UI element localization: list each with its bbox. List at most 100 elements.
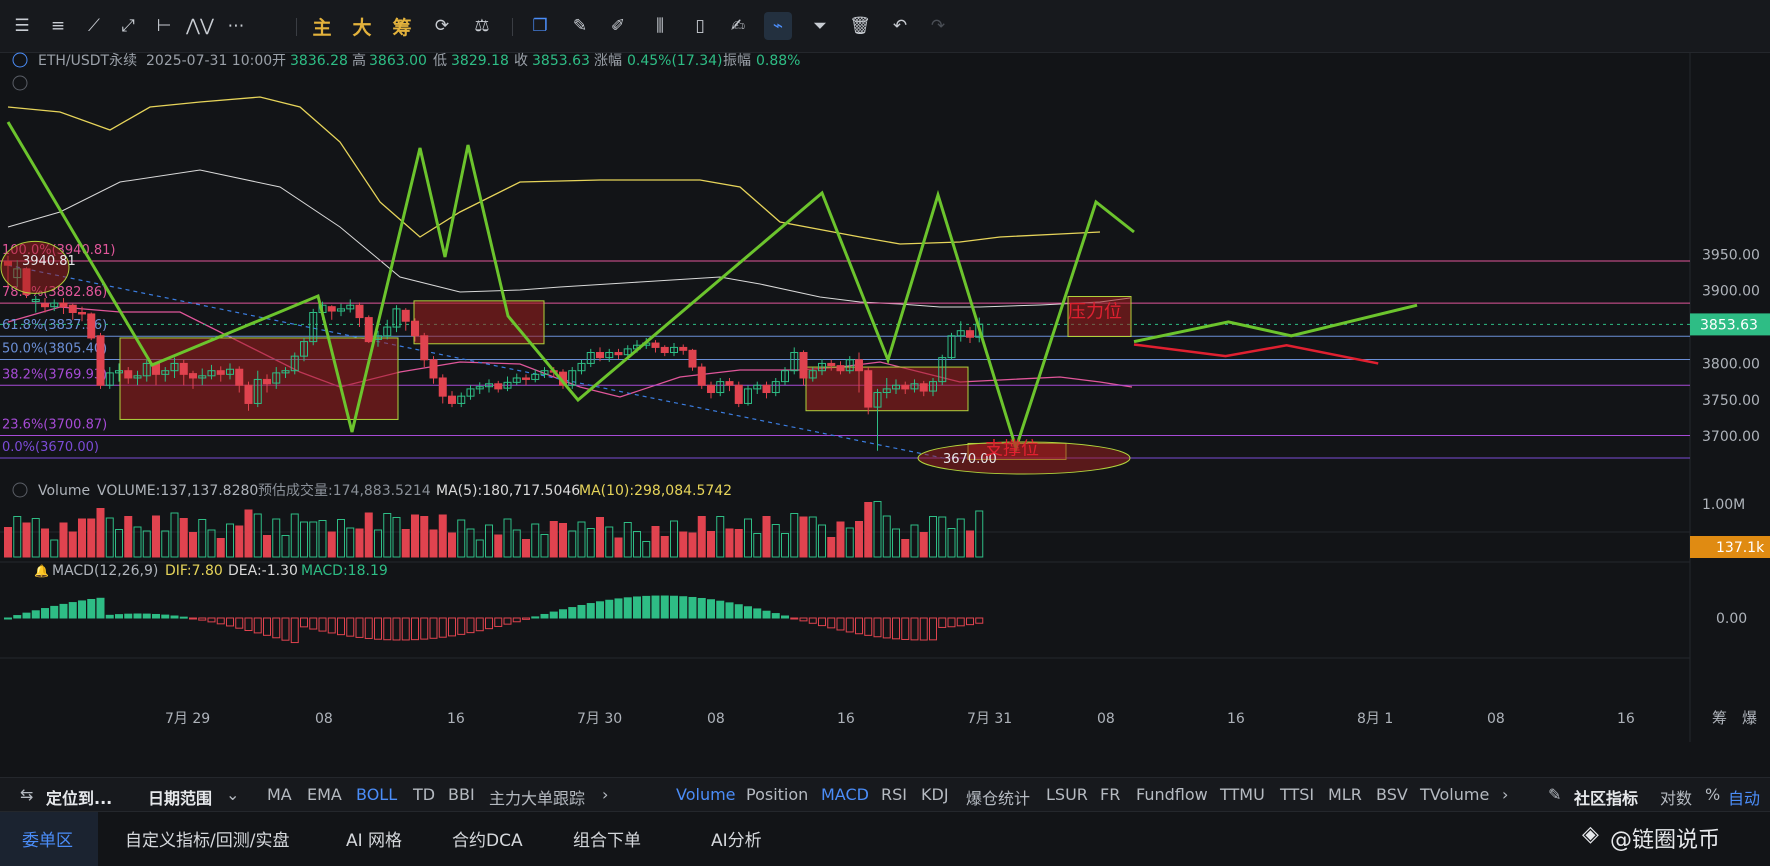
chevron-right-icon[interactable]: › [602, 785, 608, 804]
tab-combo-order[interactable]: 组合下单 [573, 826, 641, 851]
main-chart-toggle[interactable]: 主 [308, 12, 336, 40]
volume-bar [688, 532, 697, 558]
indicator-volume[interactable]: Volume [676, 785, 736, 804]
brush-icon[interactable]: ✐ [604, 12, 632, 40]
volume-bar [13, 516, 22, 558]
indicator-td[interactable]: TD [413, 785, 435, 804]
wave-icon[interactable]: ⋀⋁ [186, 12, 214, 40]
ruler-icon[interactable]: ✎ [566, 12, 594, 40]
replay-icon[interactable]: ⟳ [428, 12, 456, 40]
time-axis-extra: 筹 [1712, 709, 1727, 727]
candle-body [836, 365, 845, 372]
edit-icon[interactable]: ✎ [1548, 785, 1561, 804]
more-icon[interactable]: ⋯ [222, 12, 250, 40]
kline-chart[interactable]: 3950.003900.003850.003800.003750.003700.… [0, 52, 1770, 777]
indicator-fr[interactable]: FR [1100, 785, 1120, 804]
volume-bar [679, 531, 688, 558]
candle-body [725, 381, 734, 386]
volume-bar [327, 531, 336, 558]
volume-bar [392, 517, 401, 558]
macd-legend-dif: DIF:7.80 [165, 563, 223, 579]
trendline-icon[interactable]: ⟋ [80, 12, 108, 40]
ohlc-legend-item: 振幅 [723, 53, 751, 69]
macd-histogram-bar [198, 617, 207, 621]
tab-ai-grid[interactable]: AI 网格 [346, 826, 402, 851]
volume-bar [762, 516, 771, 558]
redo-icon[interactable]: ↷ [924, 12, 952, 40]
candle-body [688, 349, 697, 368]
macd-histogram-bar [938, 617, 947, 628]
macd-histogram-bar [577, 604, 586, 619]
candle-body [41, 303, 49, 308]
chip-toggle[interactable]: 筹 [388, 12, 416, 40]
candle-body [966, 330, 974, 338]
ray-icon[interactable]: ⤢ [114, 12, 142, 40]
macd-histogram-bar [725, 602, 734, 619]
indicator-ema[interactable]: EMA [307, 785, 342, 804]
volume-bar [966, 530, 974, 558]
indicator-kdj[interactable]: KDJ [921, 785, 949, 804]
auto-scale-toggle[interactable]: 自动 [1728, 785, 1760, 809]
tab-order-area[interactable]: 委单区 [22, 826, 73, 851]
indicator-bbi[interactable]: BBI [448, 785, 475, 804]
indicator-position[interactable]: Position [746, 785, 808, 804]
chevron-right-icon[interactable]: › [1502, 785, 1508, 804]
candle-body [799, 352, 808, 379]
indicator-bsv[interactable]: BSV [1376, 785, 1408, 804]
measure-icon[interactable]: ⚖ [468, 12, 496, 40]
locate-button[interactable]: 定位到... [46, 785, 112, 809]
candle-body [596, 352, 604, 359]
volume-bar [725, 528, 734, 558]
indicator-ttmu[interactable]: TTMU [1220, 785, 1265, 804]
volume-bar [836, 521, 845, 558]
volume-bar [59, 522, 68, 558]
time-tick-label: 16 [1617, 711, 1635, 727]
magnet-icon[interactable]: ⌁ [764, 12, 792, 40]
indicator-big-order[interactable]: 主力大单跟踪 [489, 785, 585, 809]
settings-lines-icon[interactable]: ≡ [44, 12, 72, 40]
log-scale-toggle[interactable]: 对数 [1660, 785, 1692, 809]
fib-level-label: 0.0%(3670.00) [2, 440, 99, 455]
candle-body [855, 359, 863, 372]
volume-tag-label: 137.1k [1716, 540, 1765, 556]
horizontal-line-icon[interactable]: ⊢ [150, 12, 178, 40]
indicator-mlr[interactable]: MLR [1328, 785, 1362, 804]
volume-bar [614, 537, 623, 558]
indicator-rsi[interactable]: RSI [881, 785, 907, 804]
fib-level-label: 38.2%(3769.93) [2, 367, 107, 382]
candle-body [522, 377, 530, 380]
note-icon[interactable]: ✍ [724, 12, 752, 40]
ohlc-legend-item: 2025-07-31 10:00 [146, 53, 272, 69]
template-icon[interactable]: ▯ [686, 12, 714, 40]
tab-ai-analysis[interactable]: AI分析 [711, 826, 762, 851]
indicator-macd[interactable]: MACD [821, 785, 869, 804]
copy-icon[interactable]: ❐ [526, 12, 554, 40]
chevron-down-icon[interactable]: ⌄ [226, 785, 239, 804]
date-range-button[interactable]: 日期范围 [148, 785, 212, 809]
macd-histogram-bar [235, 617, 244, 629]
indicator-boll[interactable]: BOLL [356, 785, 397, 804]
indicator-ma[interactable]: MA [267, 785, 292, 804]
volume-bar [586, 528, 595, 558]
menu-icon[interactable]: ☰ [8, 12, 36, 40]
locate-icon[interactable]: ⇆ [20, 785, 33, 804]
indicator-fundflow[interactable]: Fundflow [1136, 785, 1208, 804]
indicator-ttsi[interactable]: TTSI [1280, 785, 1314, 804]
tab-custom-indicator[interactable]: 自定义指标/回测/实盘 [125, 826, 289, 851]
community-indicator-button[interactable]: 社区指标 [1574, 785, 1638, 809]
percent-toggle[interactable]: % [1705, 785, 1720, 804]
filter-icon[interactable]: ⏷ [806, 12, 834, 40]
time-tick-label: 7月 31 [967, 711, 1012, 727]
trash-icon[interactable]: 🗑 [846, 12, 874, 40]
ohlc-legend-item: ETH/USDT永续 [38, 52, 137, 69]
indicator-liquidation[interactable]: 爆仓统计 [966, 785, 1030, 809]
macd-histogram-bar [115, 614, 123, 619]
undo-icon[interactable]: ↶ [886, 12, 914, 40]
volume-bar [161, 530, 170, 558]
big-order-toggle[interactable]: 大 [348, 12, 376, 40]
candles-icon[interactable]: ⫼ [646, 12, 674, 40]
indicator-tvolume[interactable]: TVolume [1420, 785, 1489, 804]
tab-contract-dca[interactable]: 合约DCA [452, 826, 523, 851]
candle-body [68, 304, 77, 314]
indicator-lsur[interactable]: LSUR [1046, 785, 1088, 804]
